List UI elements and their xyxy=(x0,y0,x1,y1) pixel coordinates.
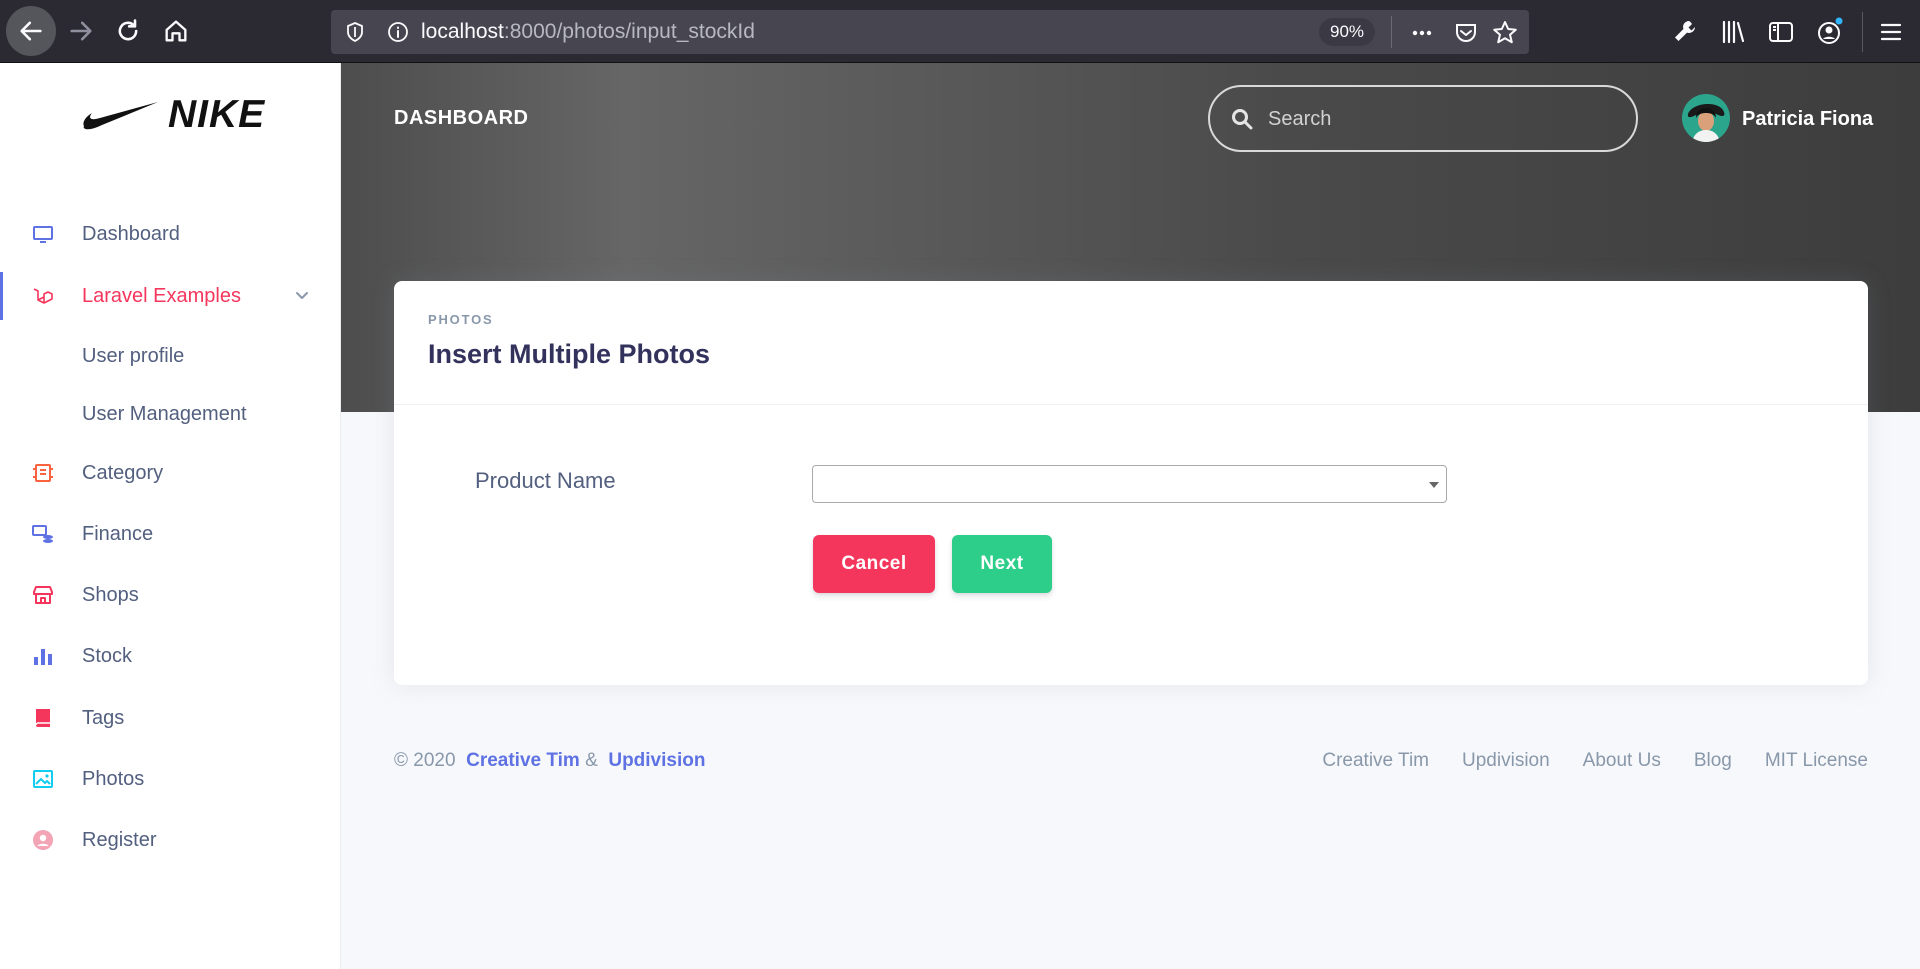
arrow-left-icon xyxy=(20,21,42,41)
sidebar-item-label: Category xyxy=(82,461,164,484)
sidebar-item-stock[interactable]: Stock xyxy=(0,628,340,684)
toolbar-separator xyxy=(1862,12,1863,52)
home-button[interactable] xyxy=(151,6,201,56)
url-bar[interactable]: localhost:8000/photos/input_stockId 90% xyxy=(331,10,1529,54)
search-input[interactable] xyxy=(1268,101,1608,137)
footer-author-updivision[interactable]: Updivision xyxy=(608,750,705,771)
footer-author-creative-tim[interactable]: Creative Tim xyxy=(466,750,580,771)
reload-icon xyxy=(118,19,138,41)
account-icon[interactable] xyxy=(1814,17,1844,47)
card-header: PHOTOS Insert Multiple Photos xyxy=(394,281,1868,405)
arrow-right-icon xyxy=(70,21,92,41)
insert-photos-card: PHOTOS Insert Multiple Photos Product Na… xyxy=(394,281,1868,685)
cancel-button[interactable]: Cancel xyxy=(813,535,935,593)
nike-swoosh-icon xyxy=(83,102,158,130)
sidebar-item-label: Stock xyxy=(82,644,133,667)
wrench-icon[interactable] xyxy=(1670,17,1700,47)
search-icon xyxy=(1232,109,1253,130)
sidebar-item-dashboard[interactable]: Dashboard xyxy=(0,206,340,262)
forward-button[interactable] xyxy=(56,6,106,56)
sidebar-item-label: Dashboard xyxy=(82,222,180,245)
pocket-icon[interactable] xyxy=(1452,19,1480,47)
bar-chart-icon xyxy=(30,643,56,669)
ampersand: & xyxy=(585,750,598,771)
bookmark-star-icon[interactable] xyxy=(1491,19,1519,47)
footer-link-about-us[interactable]: About Us xyxy=(1583,750,1661,772)
info-icon[interactable] xyxy=(386,20,410,44)
sidebar-item-shops[interactable]: Shops xyxy=(0,567,340,623)
sidebar-item-label: Tags xyxy=(82,706,125,729)
brand-name: NIKE xyxy=(168,93,266,136)
sidebar-item-tags[interactable]: Tags xyxy=(0,690,340,746)
sidebar-item-label: Photos xyxy=(82,767,145,790)
monitor-icon xyxy=(30,221,56,247)
home-icon xyxy=(165,20,187,42)
footer-link-blog[interactable]: Blog xyxy=(1694,750,1732,772)
user-name[interactable]: Patricia Fiona xyxy=(1742,108,1873,131)
sidebar-item-laravel-examples[interactable]: Laravel Examples xyxy=(0,268,340,324)
sidebar-item-label: Finance xyxy=(82,522,154,545)
hamburger-menu-icon[interactable] xyxy=(1876,17,1906,47)
more-options-icon[interactable] xyxy=(1408,19,1436,47)
browser-toolbar: localhost:8000/photos/input_stockId 90% xyxy=(0,0,1920,63)
zoom-level-badge[interactable]: 90% xyxy=(1319,18,1375,46)
search-box[interactable] xyxy=(1208,85,1638,152)
sidebar-subitem-user-profile[interactable]: User profile xyxy=(82,345,184,368)
sidebar-item-register[interactable]: Register xyxy=(0,812,340,868)
footer-links: Creative Tim Updivision About Us Blog MI… xyxy=(1322,750,1868,772)
chevron-down-icon xyxy=(296,292,308,299)
sidebar-item-finance[interactable]: Finance xyxy=(0,506,340,562)
card-kicker: PHOTOS xyxy=(428,312,494,327)
sidebar-item-label: Shops xyxy=(82,583,139,606)
image-icon xyxy=(30,766,56,792)
finance-icon xyxy=(30,521,56,547)
footer-copyright: © 2020 Creative Tim & Updivision xyxy=(394,750,705,772)
url-path: :8000/photos/input_stockId xyxy=(503,20,755,43)
reload-button[interactable] xyxy=(103,6,153,56)
avatar[interactable] xyxy=(1682,94,1730,142)
sidebar-item-label: Laravel Examples xyxy=(82,284,241,307)
footer-link-updivision[interactable]: Updivision xyxy=(1462,750,1550,772)
user-circle-icon xyxy=(30,827,56,853)
next-button[interactable]: Next xyxy=(952,535,1052,593)
sidebar-toggle-icon[interactable] xyxy=(1766,17,1796,47)
url-separator xyxy=(1391,16,1392,48)
sidebar-item-photos[interactable]: Photos xyxy=(0,751,340,807)
book-icon xyxy=(30,705,56,731)
shield-icon[interactable] xyxy=(343,20,367,44)
page-title[interactable]: DASHBOARD xyxy=(394,107,529,130)
laravel-icon xyxy=(30,283,56,309)
back-button[interactable] xyxy=(6,6,56,56)
shop-icon xyxy=(30,582,56,608)
sidebar-subitem-user-management[interactable]: User Management xyxy=(82,403,247,426)
category-icon xyxy=(30,460,56,486)
brand-logo[interactable]: NIKE xyxy=(82,93,265,137)
product-name-select[interactable] xyxy=(812,465,1447,503)
url-host: localhost xyxy=(421,20,504,43)
library-icon[interactable] xyxy=(1718,17,1748,47)
user-avatar-image xyxy=(1682,94,1730,142)
sidebar-item-label: Register xyxy=(82,828,157,851)
product-name-label: Product Name xyxy=(475,468,616,493)
copyright-text: © 2020 xyxy=(394,750,456,771)
url-text[interactable]: localhost:8000/photos/input_stockId xyxy=(421,20,755,44)
footer-link-mit-license[interactable]: MIT License xyxy=(1765,750,1868,772)
footer-link-creative-tim[interactable]: Creative Tim xyxy=(1322,750,1429,772)
card-title: Insert Multiple Photos xyxy=(428,339,711,369)
caret-down-icon xyxy=(1429,482,1439,488)
sidebar-item-category[interactable]: Category xyxy=(0,445,340,501)
